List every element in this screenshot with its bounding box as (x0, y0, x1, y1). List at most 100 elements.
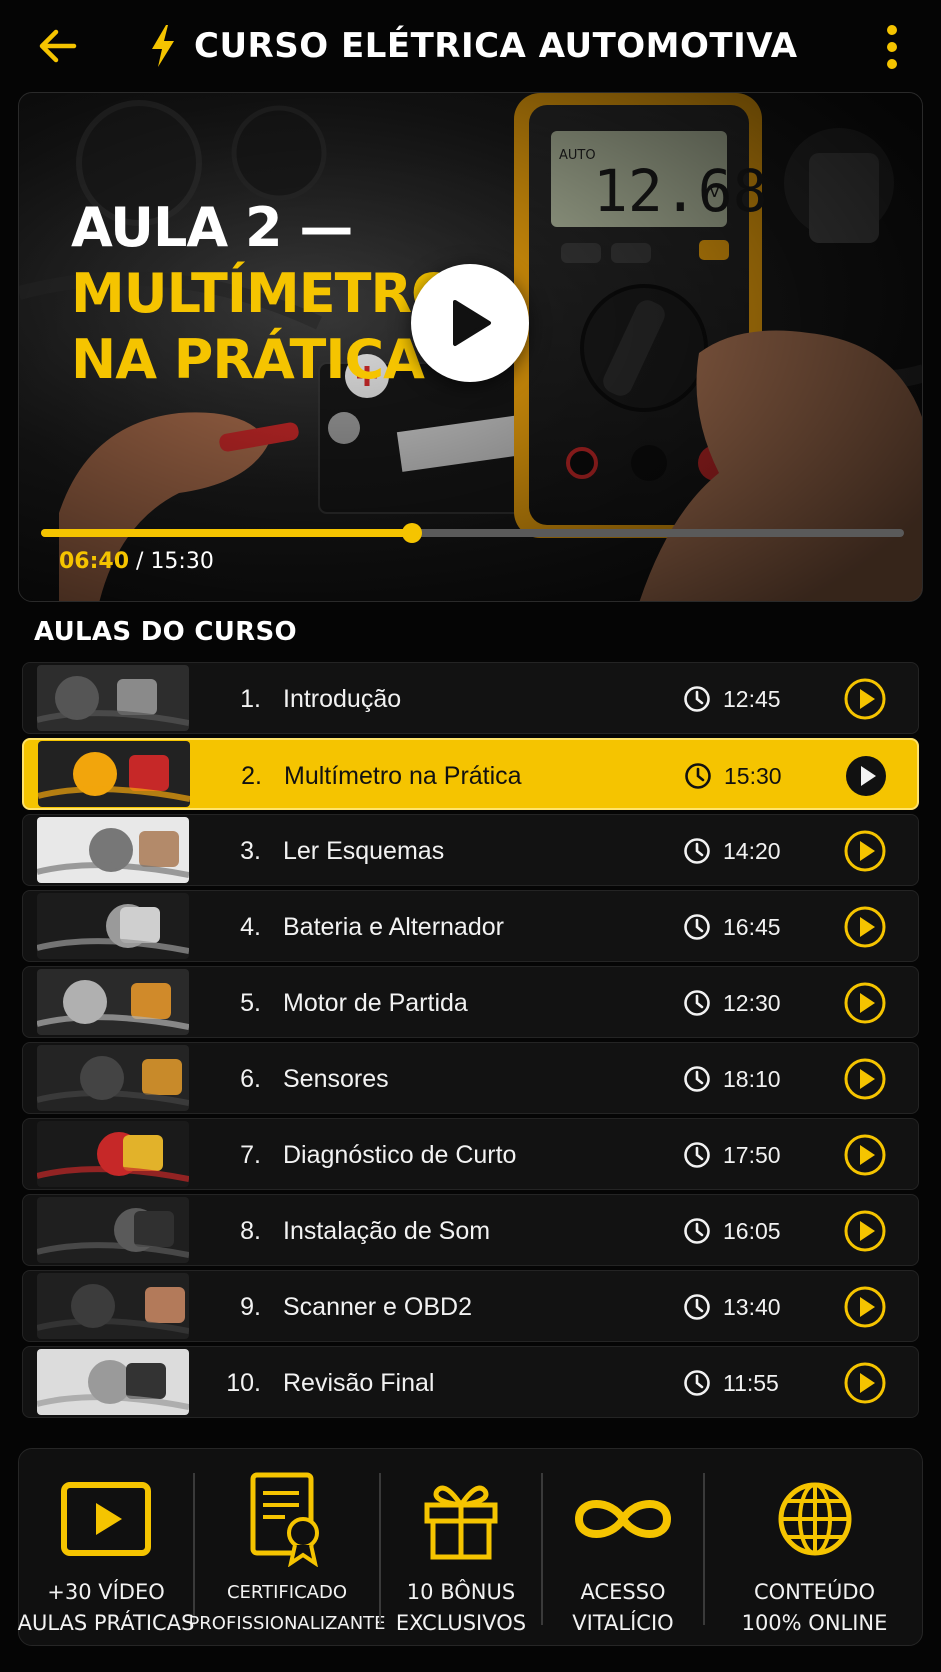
lesson-row[interactable]: 10. Revisão Final 11:55 (22, 1346, 919, 1418)
lesson-play-icon[interactable] (843, 1285, 887, 1329)
feature-text: CERTIFICADO PROFISSIONALIZANTE (188, 1577, 385, 1639)
lesson-thumbnail (37, 817, 189, 883)
lesson-play-icon[interactable] (843, 981, 887, 1025)
lesson-row[interactable]: 1. Introdução 12:45 (22, 662, 919, 734)
current-time: 06:40 (59, 549, 130, 574)
lesson-row[interactable]: 2. Multímetro na Prática 15:30 (22, 738, 919, 810)
video-progress-handle[interactable] (402, 523, 423, 543)
lesson-title-overlay: AULA 2 — MULTÍMETRO NA PRÁTICA (71, 195, 457, 393)
more-options-button[interactable] (874, 22, 910, 72)
lesson-play-icon[interactable] (843, 1209, 887, 1253)
feature-text: 10 BÔNUS EXCLUSIVOS (396, 1577, 526, 1639)
lesson-duration: 14:20 (723, 838, 781, 864)
page-title: CURSO ELÉTRICA AUTOMOTIVA (194, 26, 798, 66)
lesson-duration: 15:30 (724, 763, 782, 789)
lesson-name: Multímetro na Prática (284, 762, 522, 790)
lesson-play-icon[interactable] (843, 1133, 887, 1177)
lesson-thumbnail (37, 1045, 189, 1111)
lesson-row[interactable]: 9. Scanner e OBD2 13:40 (22, 1270, 919, 1342)
lesson-duration: 12:45 (723, 686, 781, 712)
gift-icon (421, 1469, 501, 1569)
lesson-number: 9. (240, 1293, 261, 1321)
lesson-list: 1. Introdução 12:45 2. Multímetro na Prática… (22, 662, 919, 1422)
section-title: AULAS DO CURSO (34, 617, 297, 647)
video-player[interactable]: AUTO 12.68 V AULA 2 — MULTÍMETRO NA PRÁT… (18, 92, 923, 602)
time-separator: / (129, 549, 151, 574)
lesson-number: 8. (240, 1217, 261, 1245)
lesson-row[interactable]: 5. Motor de Partida 12:30 (22, 966, 919, 1038)
lesson-play-icon[interactable] (843, 905, 887, 949)
lesson-play-icon[interactable] (843, 1057, 887, 1101)
play-icon (453, 300, 491, 346)
lesson-name: Ler Esquemas (283, 837, 445, 865)
lesson-number: 6. (240, 1065, 261, 1093)
feature-item: 10 BÔNUS EXCLUSIVOS (381, 1449, 541, 1647)
lesson-play-icon[interactable] (843, 677, 887, 721)
clock-icon (684, 990, 710, 1016)
feature-item: +30 VÍDEO AULAS PRÁTICAS (18, 1449, 195, 1647)
lesson-duration: 17:50 (723, 1142, 781, 1168)
lightning-bolt-icon (152, 25, 174, 67)
lesson-name: Bateria e Alternador (283, 913, 504, 941)
lesson-row[interactable]: 3. Ler Esquemas 14:20 (22, 814, 919, 886)
lesson-duration: 18:10 (723, 1066, 781, 1092)
clock-icon (684, 1218, 710, 1244)
video-play-icon (60, 1469, 152, 1569)
lesson-duration: 11:55 (723, 1370, 779, 1396)
lesson-row[interactable]: 4. Bateria e Alternador 16:45 (22, 890, 919, 962)
lesson-name: Introdução (283, 685, 402, 713)
lesson-number: 3. (240, 837, 261, 865)
lesson-number-text: AULA 2 — (71, 196, 353, 259)
feature-line2: AULAS PRÁTICAS (17, 1611, 195, 1635)
lesson-name: Diagnóstico de Curto (283, 1141, 517, 1169)
lesson-duration: 16:45 (723, 914, 781, 940)
lesson-thumbnail (37, 893, 189, 959)
lesson-play-icon[interactable] (843, 829, 887, 873)
lesson-play-icon[interactable] (843, 1361, 887, 1405)
video-time: 06:40 / 15:30 (59, 549, 214, 574)
play-button[interactable] (411, 264, 529, 382)
feature-item: CERTIFICADO PROFISSIONALIZANTE (188, 1449, 386, 1647)
lesson-thumbnail (38, 741, 190, 807)
lesson-number: 7. (240, 1141, 261, 1169)
lesson-thumbnail (37, 969, 189, 1035)
features-bar: +30 VÍDEO AULAS PRÁTICAS CERTIFICADO PROFIS… (18, 1448, 923, 1646)
lesson-thumbnail (37, 1273, 189, 1339)
clock-icon (684, 686, 710, 712)
lesson-name: Motor de Partida (283, 989, 468, 1017)
lesson-title-line1: MULTÍMETRO (71, 262, 457, 325)
clock-icon (684, 914, 710, 940)
back-button[interactable] (36, 26, 80, 66)
lesson-number: 1. (240, 685, 261, 713)
feature-line1: +30 VÍDEO (47, 1580, 165, 1604)
lesson-number: 2. (241, 762, 262, 790)
feature-line2: PROFISSIONALIZANTE (188, 1613, 386, 1634)
lesson-row[interactable]: 8. Instalação de Som 16:05 (22, 1194, 919, 1266)
globe-icon (775, 1469, 855, 1569)
lesson-number: 5. (240, 989, 261, 1017)
feature-text: CONTEÚDO 100% ONLINE (742, 1577, 888, 1639)
total-time: 15:30 (150, 549, 214, 574)
more-vertical-icon (887, 25, 897, 69)
feature-text: +30 VÍDEO AULAS PRÁTICAS (18, 1577, 195, 1639)
lesson-name: Revisão Final (283, 1369, 435, 1397)
feature-line1: 10 BÔNUS (406, 1580, 516, 1604)
clock-icon (684, 1066, 710, 1092)
lesson-duration: 16:05 (723, 1218, 781, 1244)
clock-icon (684, 1142, 710, 1168)
lesson-row[interactable]: 6. Sensores 18:10 (22, 1042, 919, 1114)
clock-icon (684, 1294, 710, 1320)
lesson-thumbnail (37, 1197, 189, 1263)
feature-line2: EXCLUSIVOS (395, 1611, 527, 1635)
video-progress-fill (41, 529, 413, 537)
video-progress-bar[interactable] (41, 523, 904, 543)
feature-line1: CERTIFICADO (226, 1582, 347, 1603)
lesson-number: 4. (240, 913, 261, 941)
clock-icon (684, 838, 710, 864)
lesson-play-icon[interactable] (844, 754, 888, 798)
feature-line1: ACESSO (580, 1580, 666, 1604)
lesson-row[interactable]: 7. Diagnóstico de Curto 17:50 (22, 1118, 919, 1190)
lesson-duration: 13:40 (723, 1294, 781, 1320)
lesson-name: Instalação de Som (283, 1217, 491, 1245)
clock-icon (684, 1370, 710, 1396)
